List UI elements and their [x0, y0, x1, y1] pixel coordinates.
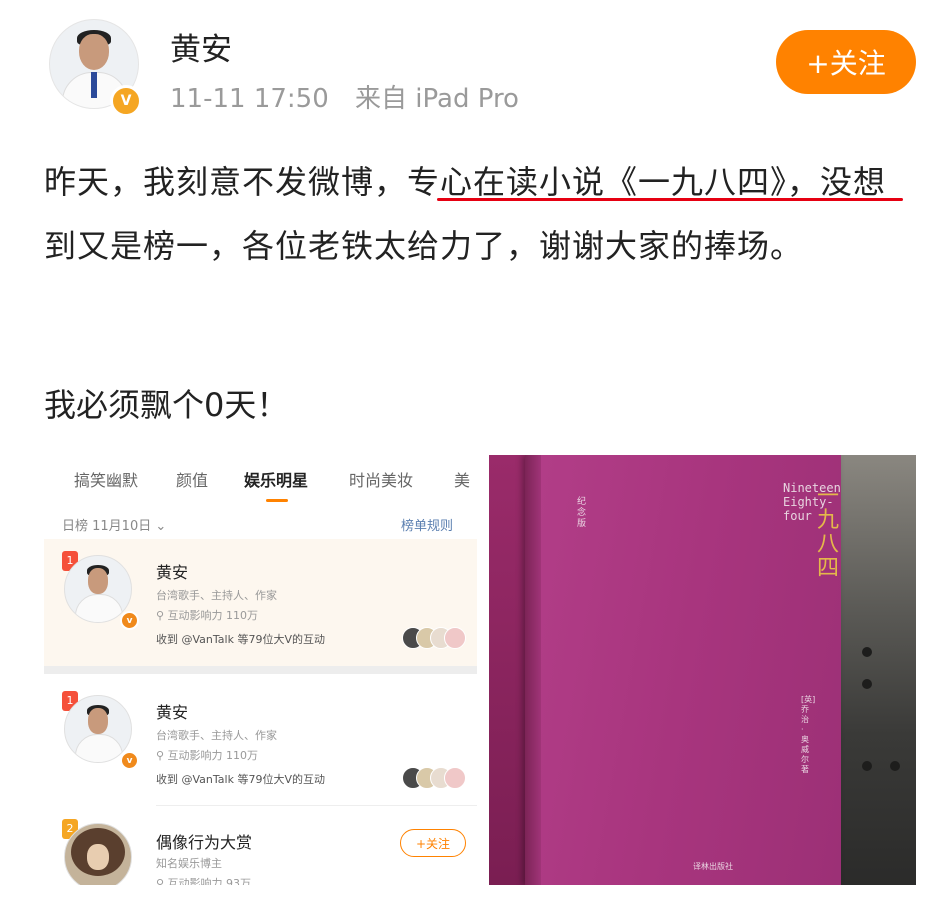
card-name[interactable]: 黄安	[156, 699, 188, 723]
avatar[interactable]	[64, 823, 132, 885]
timestamp: 11-11 17:50	[170, 84, 329, 114]
follow-button[interactable]: +关注	[400, 829, 466, 857]
post-source: 来自 iPad Pro	[355, 84, 519, 114]
list-item[interactable]: 2 偶像行为大赏 知名娱乐博主 ⚲ 互动影响力 93万 +关注	[44, 807, 477, 885]
tab-entertainment[interactable]: 娱乐明星	[244, 467, 308, 491]
divider	[44, 666, 477, 674]
book-authors: [英]乔治·奥威尔 著	[801, 695, 816, 774]
tab-looks[interactable]: 颜值	[176, 467, 208, 491]
card-desc: 台湾歌手、主持人、作家	[156, 589, 277, 602]
list-item[interactable]: 1 v 黄安 台湾歌手、主持人、作家 ⚲ 互动影响力 110万 收到 @VanT…	[44, 677, 477, 805]
card-influence: ⚲ 互动影响力 110万	[156, 749, 259, 762]
card-name[interactable]: 偶像行为大赏	[156, 829, 252, 853]
reaction-avatars	[402, 627, 466, 649]
verified-badge-icon: v	[120, 751, 139, 770]
card-desc: 知名娱乐博主	[156, 857, 222, 870]
verified-badge-icon: V	[110, 85, 142, 117]
card-influence: ⚲ 互动影响力 110万	[156, 609, 259, 622]
embedded-ranking-screenshot[interactable]: 搞笑幽默 颜值 娱乐明星 时尚美妆 美 日榜 11月10日 ⌄ 榜单规则 1 v…	[44, 455, 477, 885]
post-text: 昨天，我刻意不发微博，专心在读小说《一九八四》，没想到又是榜一，各位老铁太给力了…	[44, 163, 887, 265]
book-photo[interactable]: 纪念版 Nineteen Eighty-four 一九八四 [英]乔治·奥威尔 …	[489, 455, 916, 885]
post-text-extra: 我必须飘个0天！	[44, 386, 289, 424]
post-meta: 11-11 17:50 来自 iPad Pro	[170, 78, 537, 115]
card-received: 收到 @VanTalk 等79位大V的互动	[156, 633, 325, 646]
divider	[156, 805, 477, 806]
follow-button[interactable]: +关注	[776, 30, 916, 94]
card-received: 收到 @VanTalk 等79位大V的互动	[156, 773, 325, 786]
card-influence: ⚲ 互动影响力 93万	[156, 877, 252, 885]
tab-more[interactable]: 美	[454, 467, 470, 491]
username[interactable]: 黄安	[170, 24, 232, 69]
card-desc: 台湾歌手、主持人、作家	[156, 729, 277, 742]
red-underline-annotation	[437, 198, 903, 201]
list-item[interactable]: 1 v 黄安 台湾歌手、主持人、作家 ⚲ 互动影响力 110万 收到 @VanT…	[44, 539, 477, 666]
card-name[interactable]: 黄安	[156, 559, 188, 583]
verified-badge-icon: v	[120, 611, 139, 630]
book-cover: 纪念版 Nineteen Eighty-four 一九八四 [英]乔治·奥威尔 …	[525, 455, 841, 885]
day-rank-selector[interactable]: 日榜 11月10日 ⌄	[62, 515, 166, 534]
background-device	[834, 455, 916, 885]
tab-fashion[interactable]: 时尚美妆	[349, 467, 413, 491]
active-tab-indicator	[266, 499, 288, 502]
book-subtitle: Nineteen Eighty-four	[783, 481, 841, 523]
tab-funny[interactable]: 搞笑幽默	[74, 467, 138, 491]
book-publisher: 译林出版社	[693, 862, 733, 871]
edition-tag: 纪念版	[577, 497, 587, 529]
category-tabs: 搞笑幽默 颜值 娱乐明星 时尚美妆 美	[44, 455, 477, 505]
book-title: 一九八四	[817, 484, 840, 581]
reaction-avatars	[402, 767, 466, 789]
rank-rules-link[interactable]: 榜单规则	[401, 515, 453, 534]
